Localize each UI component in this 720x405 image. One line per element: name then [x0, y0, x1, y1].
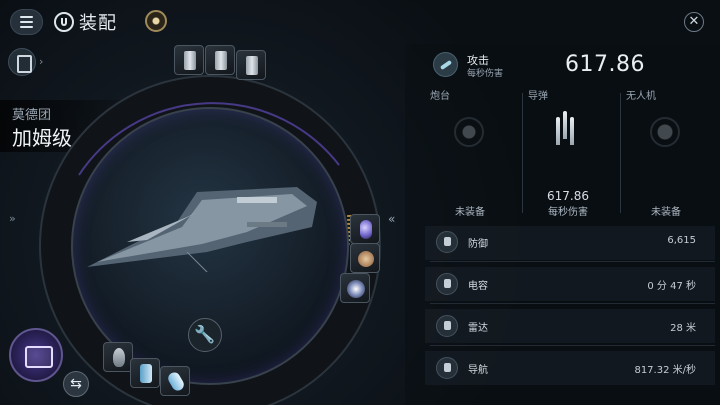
stat-value: 28 米 [670, 323, 696, 334]
stat-label: 防御 [468, 239, 488, 250]
stat-label: 导航 [468, 365, 488, 376]
skill-target-icon[interactable] [145, 10, 167, 32]
divider [430, 261, 715, 262]
missile-icon [552, 109, 582, 149]
hangar-button[interactable] [9, 328, 63, 382]
collapse-panel-icon[interactable]: « [388, 212, 395, 226]
divider [620, 93, 621, 213]
stat-value: 817.32 米/秒 [634, 365, 696, 376]
bottom-slot-2[interactable] [130, 358, 160, 388]
expand-left-icon[interactable]: » [9, 212, 16, 225]
wrench-button[interactable]: 🔧 [188, 318, 222, 352]
chevron-right-icon: › [39, 55, 44, 68]
stat-label: 电容 [468, 281, 488, 292]
capacitor-icon [436, 273, 458, 295]
bottom-slot-1[interactable] [103, 342, 133, 372]
top-bar: 装配 ✕ [0, 0, 720, 44]
weapon-missile[interactable]: 导弹 617.86 每秒伤害 [528, 85, 608, 220]
stat-value: 6,615 [667, 235, 696, 246]
drone-icon [650, 117, 680, 147]
close-x-icon: ✕ [688, 14, 700, 29]
high-slot-2[interactable] [205, 45, 235, 75]
radar-icon [436, 315, 458, 337]
weapon-label: 无人机 [626, 91, 656, 102]
weapon-status: 未装备 [651, 207, 681, 218]
stat-value: 0 分 47 秒 [647, 281, 696, 292]
weapon-status: 未装备 [455, 207, 485, 218]
menu-button[interactable] [10, 9, 43, 35]
close-button[interactable]: ✕ [684, 12, 704, 32]
stat-row-defense[interactable]: 防御 6,615 [430, 229, 712, 257]
stat-row-radar[interactable]: 雷达 28 米 [430, 313, 712, 341]
divider [430, 303, 715, 304]
ship-model [87, 187, 317, 272]
shield-icon [436, 231, 458, 253]
stat-row-capacitor[interactable]: 电容 0 分 47 秒 [430, 271, 712, 299]
divider [522, 93, 523, 213]
weapon-columns: 炮台 未装备 导弹 617.86 每秒伤害 无人机 未装备 [430, 85, 715, 220]
stat-row-navigation[interactable]: 导航 817.32 米/秒 [430, 355, 712, 383]
swap-button[interactable]: ⇆ [63, 371, 89, 397]
page-title: 装配 [79, 13, 117, 34]
attack-value: 617.86 [565, 52, 645, 77]
high-slot-3[interactable] [236, 50, 266, 80]
hamburger-icon [20, 16, 33, 18]
turret-icon [454, 117, 484, 147]
weapon-label: 导弹 [528, 91, 548, 102]
attack-icon [433, 52, 458, 77]
navigation-icon [436, 357, 458, 379]
stat-label: 雷达 [468, 323, 488, 334]
ship-helmet-icon [54, 12, 74, 32]
divider [430, 345, 715, 346]
weapon-dps-value: 617.86 [547, 189, 589, 203]
page-title-group: 装配 [54, 9, 117, 35]
weapon-status: 每秒伤害 [548, 207, 588, 218]
weapon-label: 炮台 [430, 91, 450, 102]
swap-icon: ⇆ [70, 376, 82, 392]
attack-sublabel: 每秒伤害 [467, 69, 504, 79]
right-slot-1[interactable] [350, 214, 380, 244]
wrench-icon: 🔧 [194, 325, 216, 345]
fitting-list-button[interactable] [8, 48, 36, 76]
right-slot-3[interactable] [340, 273, 370, 303]
weapon-turret[interactable]: 炮台 未装备 [430, 85, 510, 220]
weapon-drone[interactable]: 无人机 未装备 [626, 85, 706, 220]
right-slot-2[interactable] [350, 243, 380, 273]
bottom-slot-3[interactable] [160, 366, 190, 396]
high-slot-1[interactable] [174, 45, 204, 75]
